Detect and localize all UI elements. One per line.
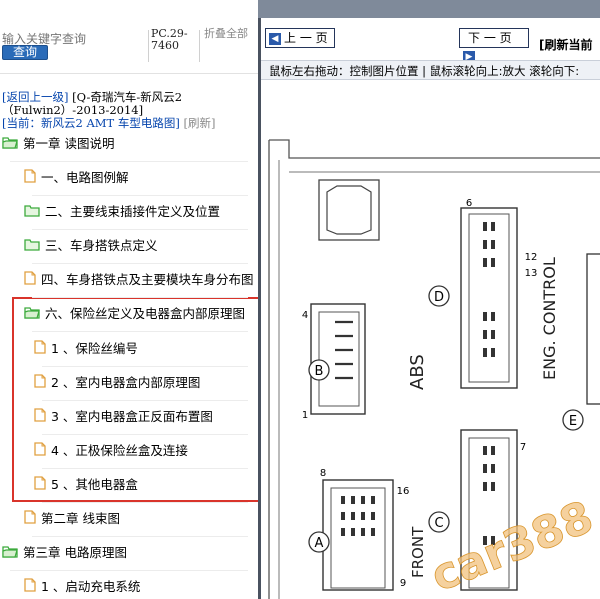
pin-label: 4: [302, 310, 308, 321]
viewer-panel: ◀ 上 一 页 下 一 页▶ [刷新当前 鼠标左右拖动：控制图片位置 | 鼠标滚轮…: [258, 18, 600, 599]
connector-b-label: B: [315, 364, 324, 379]
pin-label: 1: [302, 410, 308, 421]
divider: [0, 73, 258, 74]
left-panel: 查询 PC.29-7460 折叠全部 [返回上一级] [Q-奇瑞汽车-新风云2（…: [0, 0, 258, 599]
next-page-label: 下 一 页: [468, 31, 512, 45]
divider: [32, 195, 248, 196]
pin-label: 12: [525, 252, 538, 263]
divider: [32, 536, 248, 537]
pin-label: 6: [466, 198, 472, 209]
tree-item[interactable]: 三、车身搭铁点定义: [24, 234, 158, 258]
document-icon: [24, 269, 36, 293]
divider: [32, 331, 248, 332]
watermark: car388: [424, 491, 600, 599]
pin-label: 8: [320, 468, 326, 479]
divider: [42, 502, 248, 503]
folder-icon: [24, 235, 40, 259]
pin-label: 9: [400, 578, 406, 589]
tree-item[interactable]: 第二章 线束图: [24, 507, 120, 531]
connector-e-label: E: [569, 414, 577, 429]
tree-item-label: 第一章 读图说明: [23, 136, 115, 151]
tree-item-label: 第三章 电路原理图: [23, 545, 127, 560]
divider: [148, 30, 149, 62]
prev-page-button[interactable]: ◀ 上 一 页: [265, 28, 335, 48]
tree-item-label: 二、主要线束插接件定义及位置: [45, 204, 221, 219]
document-icon: [24, 508, 36, 532]
document-icon: [24, 167, 36, 191]
back-link[interactable]: [返回上一级]: [2, 90, 68, 104]
connector-d-label: D: [434, 290, 444, 305]
tree-item[interactable]: 二、主要线束插接件定义及位置: [24, 200, 220, 224]
search-bar: 查询 PC.29-7460 折叠全部: [0, 26, 258, 68]
abs-label: ABS: [407, 354, 428, 390]
search-button[interactable]: 查询: [2, 45, 48, 60]
pager: ◀ 上 一 页 下 一 页▶ [刷新当前: [261, 18, 600, 63]
current-page: 新风云2 AMT 车型电路图]: [41, 116, 180, 130]
divider: [10, 161, 248, 162]
tree-item-label: 三、车身搭铁点定义: [45, 238, 158, 253]
tree-item-label: 一、电路图例解: [41, 170, 129, 185]
top-strip: [258, 0, 600, 18]
pin-label: 16: [397, 486, 410, 497]
divider: [32, 263, 248, 264]
divider: [199, 30, 200, 62]
arrow-left-icon: ◀: [269, 32, 281, 45]
tree-item[interactable]: 第三章 电路原理图: [2, 541, 127, 565]
pc-code: PC.29-7460: [151, 27, 188, 52]
tree-item-label: 四、车身搭铁点及主要模块车身分布图: [41, 272, 254, 287]
collapse-all-link[interactable]: 折叠全部: [204, 28, 248, 40]
divider: [42, 400, 248, 401]
divider: [32, 297, 248, 298]
document-icon: [24, 576, 36, 599]
divider: [10, 570, 248, 571]
tree-item-label: 第二章 线束图: [41, 511, 120, 526]
breadcrumb: [返回上一级] [Q-奇瑞汽车-新风云2（Fulwin2）-2013-2014]…: [2, 91, 256, 130]
refresh-link[interactable]: [刷新]: [184, 116, 216, 130]
front-label: FRONT: [409, 526, 427, 578]
pin-label: 13: [525, 268, 538, 279]
tree-item[interactable]: 一、电路图例解: [24, 166, 129, 190]
pin-label: 7: [520, 442, 526, 453]
current-prefix: [当前：: [2, 116, 41, 130]
refresh-current-link[interactable]: [刷新当前: [539, 36, 593, 53]
mouse-hint-bar: 鼠标左右拖动：控制图片位置 | 鼠标滚轮向上:放大 滚轮向下:: [261, 60, 600, 80]
folder-icon: [24, 201, 40, 225]
next-page-button[interactable]: 下 一 页▶: [459, 28, 529, 63]
connector-a-label: A: [315, 536, 324, 551]
folder-open-icon: [2, 133, 18, 157]
folder-open-icon: [2, 542, 18, 566]
eng-control-label: ENG. CONTROL: [540, 257, 559, 380]
divider: [32, 229, 248, 230]
tree-item[interactable]: 四、车身搭铁点及主要模块车身分布图: [24, 268, 254, 292]
divider: [42, 434, 248, 435]
connector-c-label: C: [434, 516, 443, 531]
fuse-box-diagram[interactable]: B 4 1 ABS D 6 12 13 ENG. CONTROL E C 7 F…: [261, 80, 600, 599]
tree-item[interactable]: 1 、启动充电系统: [24, 575, 140, 599]
tree-item-label: 1 、启动充电系统: [41, 579, 141, 594]
prev-page-label: 上 一 页: [284, 31, 328, 45]
divider: [42, 366, 248, 367]
tree-item[interactable]: 第一章 读图说明: [2, 132, 114, 156]
divider: [42, 468, 248, 469]
